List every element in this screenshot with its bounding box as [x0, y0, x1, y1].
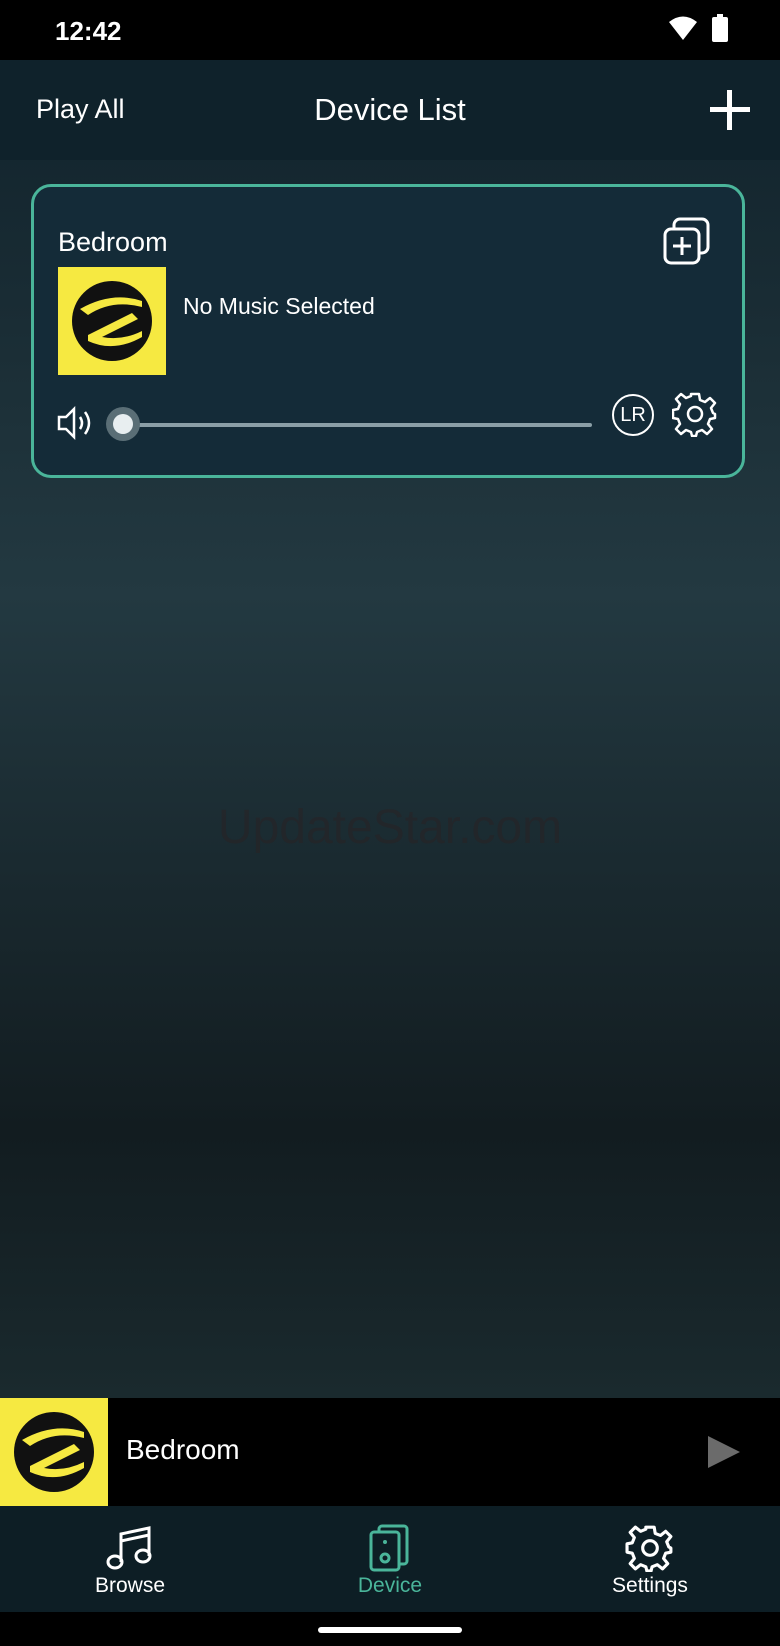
system-nav-bar: [0, 1612, 780, 1646]
device-card[interactable]: Bedroom No Music Selected LR: [31, 184, 745, 478]
brand-logo-icon: [14, 1412, 94, 1492]
group-add-icon[interactable]: [662, 217, 712, 267]
home-indicator[interactable]: [318, 1627, 462, 1633]
status-icons: [668, 14, 728, 42]
main-area: Play All Device List Bedroom No Music Se…: [0, 60, 780, 1398]
speaker-icon: [369, 1524, 409, 1572]
mini-player-title: Bedroom: [126, 1434, 240, 1465]
volume-icon[interactable]: [56, 405, 100, 441]
status-time: 12:42: [55, 16, 122, 46]
mini-album-art: [0, 1398, 108, 1506]
lr-channel-button[interactable]: LR: [612, 394, 654, 436]
tab-device[interactable]: Device: [300, 1524, 480, 1598]
track-title: No Music Selected: [183, 293, 375, 319]
tab-settings[interactable]: Settings: [560, 1524, 740, 1598]
volume-slider-thumb[interactable]: [106, 407, 140, 441]
tab-device-label: Device: [357, 1574, 423, 1597]
brand-logo-icon: [72, 281, 152, 361]
mini-player[interactable]: Bedroom: [0, 1398, 780, 1506]
gear-icon: [625, 1525, 673, 1572]
tab-settings-label: Settings: [612, 1574, 688, 1597]
music-note-icon: [106, 1526, 152, 1570]
tab-browse-label: Browse: [94, 1574, 166, 1597]
battery-icon: [712, 14, 728, 42]
add-device-icon[interactable]: [708, 88, 752, 132]
device-name: Bedroom: [58, 227, 168, 257]
top-bar: Play All Device List: [0, 60, 780, 160]
album-art: [58, 267, 166, 375]
watermark: UpdateStar.com: [217, 801, 563, 854]
tab-browse[interactable]: Browse: [40, 1524, 220, 1598]
bottom-tab-bar: Browse Device Settings: [0, 1506, 780, 1612]
page-title: Device List: [314, 92, 466, 127]
volume-slider[interactable]: [122, 423, 592, 427]
device-settings-gear-icon[interactable]: [672, 391, 718, 437]
wifi-icon: [669, 16, 697, 40]
play-icon[interactable]: [706, 1434, 742, 1470]
status-bar: 12:42: [0, 0, 780, 60]
